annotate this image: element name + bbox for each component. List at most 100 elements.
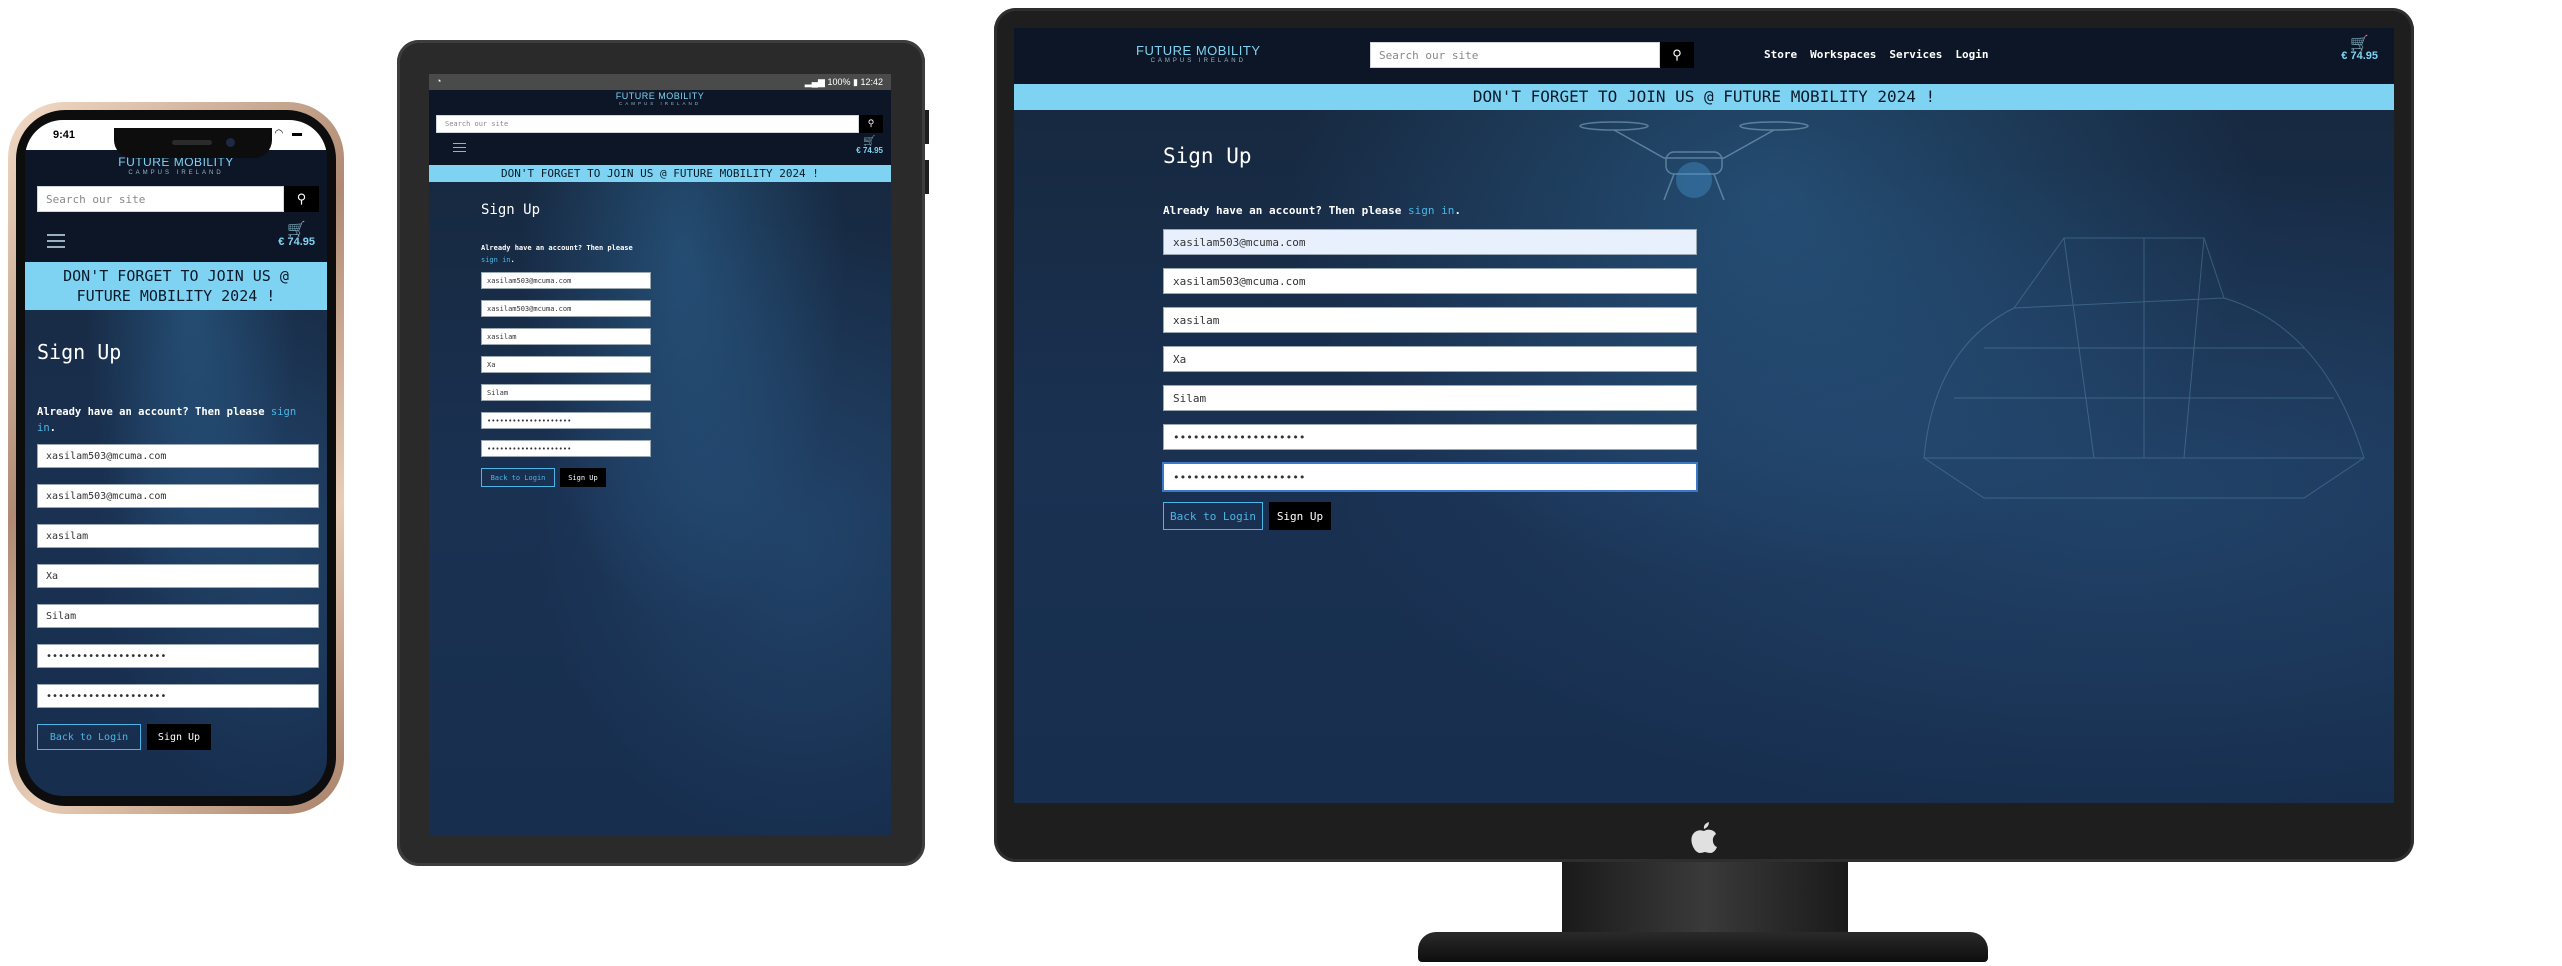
search-bar: Search our site ⚲	[436, 115, 883, 133]
tablet-status-right: ▂▄▆ 100% ▮ 12:42	[804, 77, 883, 87]
first-name-field[interactable]: Xa	[1163, 346, 1697, 372]
brand-name: FUTURE MOBILITY	[615, 91, 705, 101]
main-nav: Store Workspaces Services Login	[1764, 48, 1988, 61]
email-field[interactable]: xasilam503@mcuma.com	[1163, 229, 1697, 255]
search-button[interactable]: ⚲	[859, 115, 883, 133]
phone-clock: 9:41	[53, 129, 76, 141]
phone-site: FUTURE MOBILITY CAMPUS IRELAND Search ou…	[25, 150, 327, 796]
signin-prompt-text: Already have an account? Then please	[1163, 204, 1402, 217]
cart-total: € 74.95	[278, 236, 315, 248]
signin-link[interactable]: sign in	[481, 256, 511, 264]
brand-tagline: CAMPUS IRELAND	[128, 170, 224, 176]
nav-workspaces[interactable]: Workspaces	[1810, 48, 1876, 61]
page-title: Sign Up	[37, 340, 122, 364]
cart-total: € 74.95	[2341, 50, 2378, 62]
event-banner[interactable]: DON'T FORGET TO JOIN US @ FUTURE MOBILIT…	[1014, 84, 2394, 110]
brand-tagline: CAMPUS IRELAND	[618, 101, 701, 106]
last-name-field[interactable]: Silam	[481, 384, 651, 401]
phone-notch	[114, 128, 272, 158]
sign-up-button[interactable]: Sign Up	[560, 468, 606, 487]
last-name-field[interactable]: Silam	[1163, 385, 1697, 411]
event-banner[interactable]: DON'T FORGET TO JOIN US @ FUTURE MOBILIT…	[429, 165, 891, 182]
nav-store[interactable]: Store	[1764, 48, 1797, 61]
search-bar: Search our site ⚲	[1370, 42, 1694, 68]
signin-prompt: Already have an account? Then please sig…	[1163, 204, 1697, 217]
nav-login[interactable]: Login	[1955, 48, 1988, 61]
signin-prompt-end: .	[49, 422, 56, 434]
tablet-clock: 12:42	[860, 77, 883, 87]
username-field[interactable]: xasilam	[37, 524, 319, 548]
cart-link[interactable]: 🛒 € 74.95	[278, 222, 315, 248]
monitor-screen: FUTURE MOBILITY CAMPUS IRELAND Search ou…	[1014, 28, 2394, 803]
menu-icon[interactable]	[47, 234, 65, 248]
phone-header: FUTURE MOBILITY CAMPUS IRELAND Search ou…	[25, 150, 327, 262]
search-bar: Search our site ⚲	[37, 186, 319, 212]
signup-form: xasilam503@mcuma.com xasilam503@mcuma.co…	[1162, 229, 1698, 530]
search-input[interactable]: Search our site	[436, 115, 859, 133]
email-confirm-field[interactable]: xasilam503@mcuma.com	[481, 300, 651, 317]
email-field[interactable]: xasilam503@mcuma.com	[37, 444, 319, 468]
sign-up-button[interactable]: Sign Up	[147, 724, 211, 750]
form-actions: Back to Login Sign Up	[37, 724, 319, 750]
cart-icon: 🛒	[2350, 35, 2369, 52]
search-button[interactable]: ⚲	[284, 186, 319, 212]
username-field[interactable]: xasilam	[1163, 307, 1697, 333]
phone-device: 9:41 ▮▮▮ ◠ ▬ FUTURE MOBILITY CAMPUS IREL…	[8, 102, 344, 814]
signin-prompt: Already have an account? Then please sig…	[37, 404, 319, 436]
monitor-stand-base	[1418, 932, 1988, 962]
password-confirm-field[interactable]: ••••••••••••••••••••	[481, 440, 651, 457]
monitor-stand-neck	[1562, 862, 1848, 934]
signin-prompt-text: Already have an account? Then please	[37, 406, 265, 418]
signup-form: xasilam503@mcuma.com xasilam503@mcuma.co…	[481, 272, 651, 487]
password-confirm-field[interactable]: ••••••••••••••••••••	[37, 684, 319, 708]
desktop-site: FUTURE MOBILITY CAMPUS IRELAND Search ou…	[1014, 28, 2394, 803]
page-title: Sign Up	[481, 202, 541, 218]
signin-prompt: Already have an account? Then please sig…	[481, 242, 651, 266]
back-to-login-button[interactable]: Back to Login	[481, 468, 555, 487]
username-field[interactable]: xasilam	[481, 328, 651, 345]
nav-services[interactable]: Services	[1889, 48, 1942, 61]
search-input[interactable]: Search our site	[37, 186, 284, 212]
form-actions: Back to Login Sign Up	[1163, 502, 1697, 530]
brand-name: FUTURE MOBILITY	[1136, 43, 1261, 58]
search-icon: ⚲	[867, 119, 875, 129]
tablet-header: FUTURE MOBILITY CAMPUS IRELAND Search ou…	[429, 90, 891, 165]
search-icon: ⚲	[1672, 47, 1682, 63]
email-confirm-field[interactable]: xasilam503@mcuma.com	[1163, 268, 1697, 294]
email-field[interactable]: xasilam503@mcuma.com	[481, 272, 651, 289]
tablet-screen: ◔ ▂▄▆ 100% ▮ 12:42 FUTURE MOBILITY CAMPU…	[429, 74, 891, 835]
back-to-login-button[interactable]: Back to Login	[37, 724, 141, 750]
search-button[interactable]: ⚲	[1660, 42, 1694, 68]
apple-logo-icon	[1691, 822, 1717, 853]
brand-logo[interactable]: FUTURE MOBILITY CAMPUS IRELAND	[429, 90, 891, 107]
last-name-field[interactable]: Silam	[37, 604, 319, 628]
password-confirm-field[interactable]: ••••••••••••••••••••	[1162, 462, 1698, 492]
email-confirm-field[interactable]: xasilam503@mcuma.com	[37, 484, 319, 508]
password-field[interactable]: ••••••••••••••••••••	[481, 412, 651, 429]
desktop-header: FUTURE MOBILITY CAMPUS IRELAND Search ou…	[1014, 28, 2394, 84]
signin-prompt-text: Already have an account? Then please	[481, 244, 633, 252]
cart-link[interactable]: 🛒 € 74.95	[2341, 36, 2378, 62]
signup-panel: Sign Up Already have an account? Then pl…	[1162, 144, 1698, 530]
search-input[interactable]: Search our site	[1370, 42, 1660, 68]
password-field[interactable]: ••••••••••••••••••••	[37, 644, 319, 668]
signup-panel: Sign Up Already have an account? Then pl…	[481, 202, 651, 487]
cart-link[interactable]: 🛒 € 74.95	[856, 137, 883, 155]
signin-link[interactable]: sign in	[1408, 204, 1454, 217]
brand-tagline: CAMPUS IRELAND	[1150, 58, 1246, 64]
signin-prompt-end: .	[1454, 204, 1462, 217]
cart-total: € 74.95	[856, 146, 883, 155]
first-name-field[interactable]: Xa	[37, 564, 319, 588]
car-illustration	[1923, 237, 2365, 499]
menu-icon[interactable]	[453, 143, 466, 152]
sign-up-button[interactable]: Sign Up	[1269, 502, 1331, 530]
tablet-site: FUTURE MOBILITY CAMPUS IRELAND Search ou…	[429, 90, 891, 835]
cart-icon: 🛒	[287, 221, 306, 238]
password-field[interactable]: ••••••••••••••••••••	[1163, 424, 1697, 450]
event-banner[interactable]: DON'T FORGET TO JOIN US @ FUTURE MOBILIT…	[25, 262, 327, 310]
back-to-login-button[interactable]: Back to Login	[1163, 502, 1263, 530]
brand-logo[interactable]: FUTURE MOBILITY CAMPUS IRELAND	[1136, 44, 1261, 64]
first-name-field[interactable]: Xa	[481, 356, 651, 373]
search-icon: ⚲	[296, 191, 307, 207]
tablet-status-bar: ◔ ▂▄▆ 100% ▮ 12:42	[429, 74, 891, 90]
